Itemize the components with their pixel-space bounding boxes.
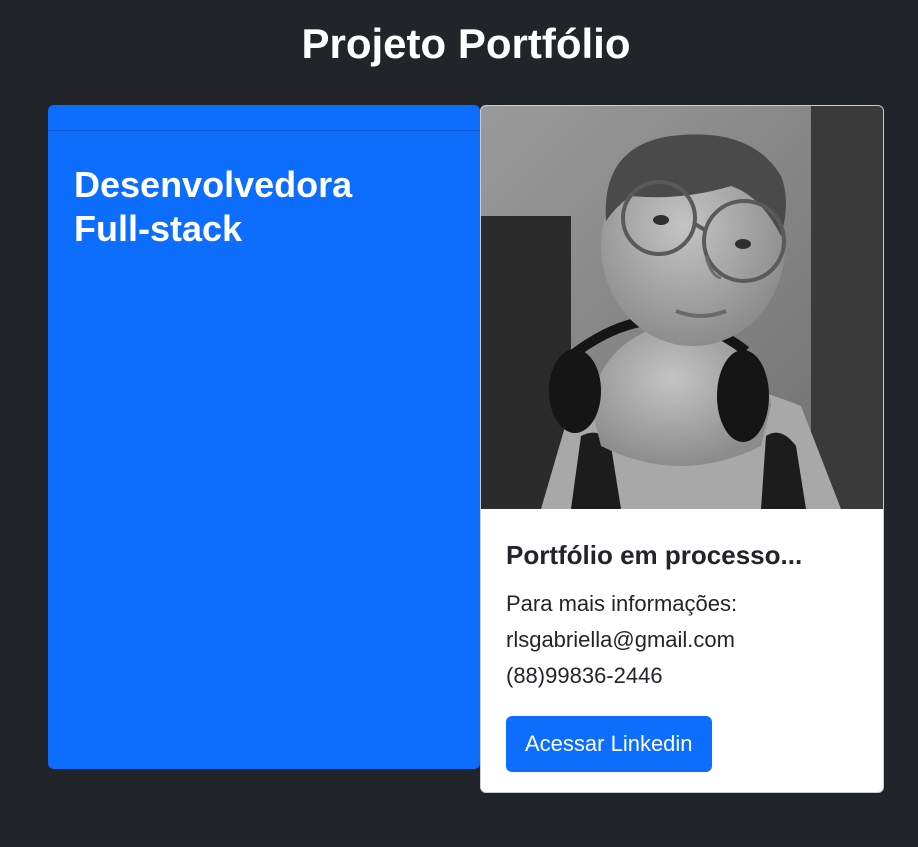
info-label: Para mais informações:: [506, 591, 738, 616]
role-card-header: [48, 105, 480, 131]
role-title: Desenvolvedora Full-stack: [74, 163, 454, 251]
phone-text: (88)99836-2446: [506, 663, 663, 688]
role-card-body: Desenvolvedora Full-stack: [48, 131, 480, 283]
email-text: rlsgabriella@gmail.com: [506, 627, 735, 652]
profile-photo: [481, 106, 883, 509]
role-card: Desenvolvedora Full-stack: [48, 105, 480, 769]
page-title: Projeto Portfólio: [301, 20, 631, 67]
profile-card: Portfólio em processo... Para mais infor…: [480, 105, 884, 793]
role-title-line2: Full-stack: [74, 208, 243, 249]
role-title-line1: Desenvolvedora: [74, 164, 353, 205]
linkedin-button[interactable]: Acessar Linkedin: [506, 716, 712, 772]
profile-card-body: Portfólio em processo... Para mais infor…: [481, 509, 883, 772]
page: Projeto Portfólio Desenvolvedora Full-st…: [0, 0, 918, 847]
card-title: Portfólio em processo...: [506, 540, 803, 570]
